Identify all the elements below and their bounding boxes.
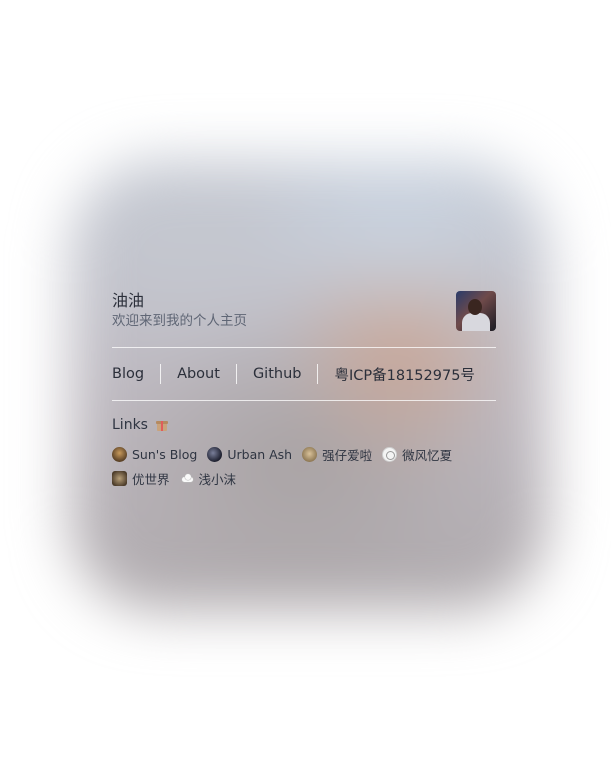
friend-link-qianxiaomo[interactable]: 浅小沫 [180, 466, 237, 490]
nav-link-icp[interactable]: 粤ICP备18152975号 [334, 364, 474, 385]
profile-subtitle: 欢迎来到我的个人主页 [112, 313, 247, 329]
friend-avatar [112, 470, 127, 486]
avatar-figure-body [462, 313, 490, 331]
friend-avatar [302, 446, 318, 462]
friend-avatar [207, 446, 223, 462]
nav-separator [235, 364, 237, 384]
friend-link-suns-blog[interactable]: Sun's Blog [112, 442, 197, 466]
cloud-icon [181, 471, 193, 486]
friend-link-label: 强仔爱啦 [322, 447, 373, 463]
nav-separator [317, 364, 319, 384]
friend-link-urban-ash[interactable]: Urban Ash [207, 442, 292, 466]
friend-avatar [112, 446, 127, 462]
profile-header: 油油 欢迎来到我的个人主页 [112, 290, 496, 332]
profile-name: 油油 [112, 291, 145, 310]
gift-icon [155, 419, 168, 431]
nav-link-github[interactable]: Github [253, 366, 302, 382]
profile-card: 油油 欢迎来到我的个人主页 Blog About Github 粤ICP备181… [112, 290, 496, 490]
friend-links: Sun's Blog Urban Ash 强仔爱啦 微风忆夏 优世界 浅小沫 [112, 442, 472, 490]
friend-link-label: 浅小沫 [198, 471, 237, 487]
avatar-figure-head [468, 299, 482, 315]
nav-separator [160, 364, 162, 384]
friend-link-weifeng[interactable]: 微风忆夏 [382, 442, 452, 466]
friend-link-qiangzai[interactable]: 强仔爱啦 [302, 442, 372, 466]
links-heading: Links [112, 415, 496, 435]
nav-link-blog[interactable]: Blog [112, 366, 144, 382]
links-title: Links [112, 417, 148, 433]
friend-avatar [382, 446, 398, 462]
nav-bar: Blog About Github 粤ICP备18152975号 [112, 348, 496, 400]
friend-link-label: 微风忆夏 [402, 447, 453, 463]
friend-link-label: Urban Ash [227, 446, 293, 462]
divider-bottom [112, 400, 496, 401]
friend-link-youshijie[interactable]: 优世界 [112, 466, 170, 490]
friend-link-label: Sun's Blog [132, 446, 198, 462]
avatar[interactable] [456, 291, 496, 331]
friend-link-label: 优世界 [132, 471, 170, 487]
nav-link-about[interactable]: About [177, 366, 220, 382]
